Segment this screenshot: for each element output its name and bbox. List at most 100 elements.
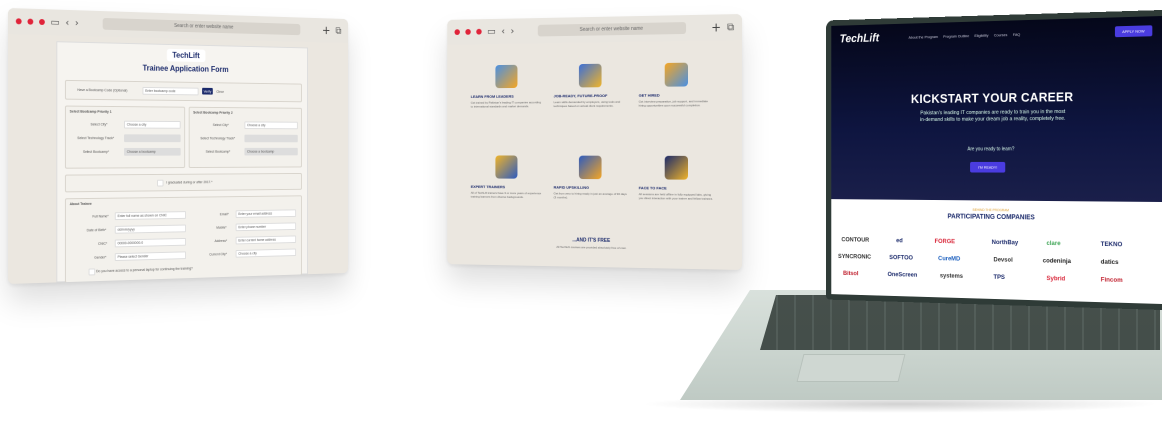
feature-text: Learn skills demanded by employers, usin… xyxy=(554,100,628,108)
feature-title: JOB-READY, FUTURE-PROOF xyxy=(554,93,628,98)
im-ready-button[interactable]: I'M READY! xyxy=(970,162,1005,173)
url-placeholder-2: Search or enter website name xyxy=(580,26,643,33)
email-input[interactable]: Enter your email address xyxy=(236,209,296,218)
forward-icon-2[interactable]: › xyxy=(510,26,514,37)
city-select-2[interactable]: Choose a city xyxy=(244,121,297,129)
feature-card: FACE TO FACE All sessions are held offli… xyxy=(639,156,715,201)
url-bar-2[interactable]: Search or enter website name xyxy=(538,22,686,36)
form-title: Trainee Application Form xyxy=(57,62,307,75)
nav-item-outline[interactable]: Program Outline xyxy=(943,33,969,38)
priority-2-section: Select Bootcamp Priority 2 Select City* … xyxy=(189,107,302,168)
nav-item-eligibility[interactable]: Eligibility xyxy=(974,32,988,37)
back-icon-2[interactable]: ‹ xyxy=(501,26,505,37)
company-logo: TEKNO xyxy=(1101,241,1123,248)
free-section: ...AND IT'S FREE All TechLift courses ar… xyxy=(447,235,742,252)
company-logo: SOFTOO xyxy=(889,254,913,261)
bootcamp-code-section: Have a Bootcamp Code (Optional) Enter bo… xyxy=(65,80,302,102)
tabs-overview-icon[interactable]: ⧉ xyxy=(335,26,341,36)
about-trainee-section: About Trainee Full Name* Enter full name… xyxy=(65,195,302,283)
close-dot-2[interactable] xyxy=(454,29,459,35)
dob-input[interactable]: dd/mm/yyyy xyxy=(115,225,186,234)
city-placeholder-1: Choose a city xyxy=(127,123,147,127)
cnic-placeholder: 00000-0000000-0 xyxy=(118,241,143,245)
fullname-input[interactable]: Enter full name as shown on CNIC xyxy=(115,211,186,220)
bootcamp-select-2[interactable]: Choose a bootcamp xyxy=(244,148,297,156)
apply-now-button[interactable]: APPLY NOW xyxy=(1115,25,1153,37)
bootcamp-code-input[interactable]: Enter bootcamp code xyxy=(142,87,198,95)
company-logo: Bitsol xyxy=(843,270,858,277)
gender-label: Gender* xyxy=(94,255,106,259)
feature-title: GET HIRED xyxy=(639,92,715,98)
feature-title: LEARN FROM LEADERS xyxy=(471,94,543,99)
tech-select-1[interactable] xyxy=(124,134,181,142)
forward-icon[interactable]: › xyxy=(75,18,79,29)
email-placeholder: Enter your email address xyxy=(238,212,272,216)
mockup-scene: ▭ ‹ › Search or enter website name + ⧉ T… xyxy=(0,0,1162,421)
laptop-checkbox[interactable] xyxy=(89,268,96,275)
sidebar-icon-2[interactable]: ▭ xyxy=(487,26,496,37)
mobile-input[interactable]: Enter phone number xyxy=(236,222,296,231)
priority-1-title: Select Bootcamp Priority 1 xyxy=(70,110,112,114)
bootcamp-code-placeholder: Enter bootcamp code xyxy=(145,89,175,93)
back-icon[interactable]: ‹ xyxy=(65,17,69,28)
top-nav: TechLift About the Program Program Outli… xyxy=(831,22,1162,46)
application-form: TechLift Trainee Application Form Have a… xyxy=(56,41,308,282)
current-city-select[interactable]: Choose a city xyxy=(236,249,296,258)
laptop-trackpad xyxy=(797,354,906,382)
minimize-dot[interactable] xyxy=(27,19,33,25)
feature-card: GET HIRED Get interview preparation, job… xyxy=(639,62,715,107)
maximize-dot-2[interactable] xyxy=(476,29,481,35)
new-tab-icon-2[interactable]: + xyxy=(711,20,721,34)
bootcamp-placeholder-2: Choose a bootcamp xyxy=(247,150,274,154)
feature-text: Get trained by Pakistan's leading IT com… xyxy=(471,100,543,108)
sidebar-icon[interactable]: ▭ xyxy=(51,17,60,28)
nav-item-faq[interactable]: FAQ xyxy=(1013,31,1020,36)
url-bar[interactable]: Search or enter website name xyxy=(103,18,300,35)
techlift-logo: TechLift xyxy=(167,49,205,62)
graduated-checkbox[interactable] xyxy=(157,180,163,187)
tech-label-1: Select Technology Track* xyxy=(77,136,114,140)
laptop-lid: TechLift About the Program Program Outli… xyxy=(826,10,1162,310)
laptop-label: Do you have access to a personal laptop … xyxy=(96,267,193,274)
about-title: About Trainee xyxy=(70,202,92,206)
mobile-placeholder: Enter phone number xyxy=(238,225,266,229)
minimize-dot-2[interactable] xyxy=(465,29,470,35)
dob-placeholder: dd/mm/yyyy xyxy=(118,227,135,231)
city-label-1: Select City* xyxy=(90,122,107,126)
company-logo: NorthBay xyxy=(992,239,1019,246)
bootcamp-select-1[interactable]: Choose a bootcamp xyxy=(124,148,181,156)
feature-card: RAPID UPSKILLING Get from zero to hiring… xyxy=(554,156,628,200)
new-tab-icon[interactable]: + xyxy=(322,24,330,37)
close-dot[interactable] xyxy=(16,18,22,24)
hired-icon xyxy=(665,63,688,87)
fullname-label: Full Name* xyxy=(92,214,108,218)
tech-select-2[interactable] xyxy=(244,135,297,143)
feature-card: LEARN FROM LEADERS Get trained by Pakist… xyxy=(471,64,543,108)
upskilling-icon xyxy=(579,156,602,180)
feature-title: RAPID UPSKILLING xyxy=(554,185,628,190)
face-to-face-icon xyxy=(665,156,688,180)
city-select-1[interactable]: Choose a city xyxy=(124,121,181,129)
cnic-label: CNIC* xyxy=(98,242,107,246)
features-page: LEARN FROM LEADERS Get trained by Pakist… xyxy=(447,40,742,270)
cnic-input[interactable]: 00000-0000000-0 xyxy=(115,238,186,247)
nav-item-about[interactable]: About the Program xyxy=(909,34,938,40)
hero-question: Are you ready to learn? xyxy=(831,146,1162,153)
graduated-label: I graduated during or after 2017.* xyxy=(166,180,212,184)
hero-section: TechLift About the Program Program Outli… xyxy=(831,16,1162,202)
gender-select[interactable]: Please select Gender xyxy=(115,251,186,261)
browser-window-features: ▭ ‹ › Search or enter website name + ⧉ L… xyxy=(447,14,742,270)
tabs-overview-icon-2[interactable]: ⧉ xyxy=(727,22,734,33)
verify-button[interactable]: Verify xyxy=(202,88,213,95)
tech-label-2: Select Technology Track* xyxy=(200,136,235,140)
address-input[interactable]: Enter current home address xyxy=(236,235,296,244)
brand-logo[interactable]: TechLift xyxy=(840,31,879,45)
nav-item-courses[interactable]: Courses xyxy=(994,32,1008,37)
company-logo: datics xyxy=(1101,259,1119,266)
trainers-icon xyxy=(495,155,517,178)
address-label: Address* xyxy=(215,239,228,243)
clear-button[interactable]: Clear xyxy=(216,90,223,94)
maximize-dot[interactable] xyxy=(39,19,45,25)
company-logo: SYNCRONIC xyxy=(838,253,871,260)
city-placeholder-2: Choose a city xyxy=(247,123,265,127)
